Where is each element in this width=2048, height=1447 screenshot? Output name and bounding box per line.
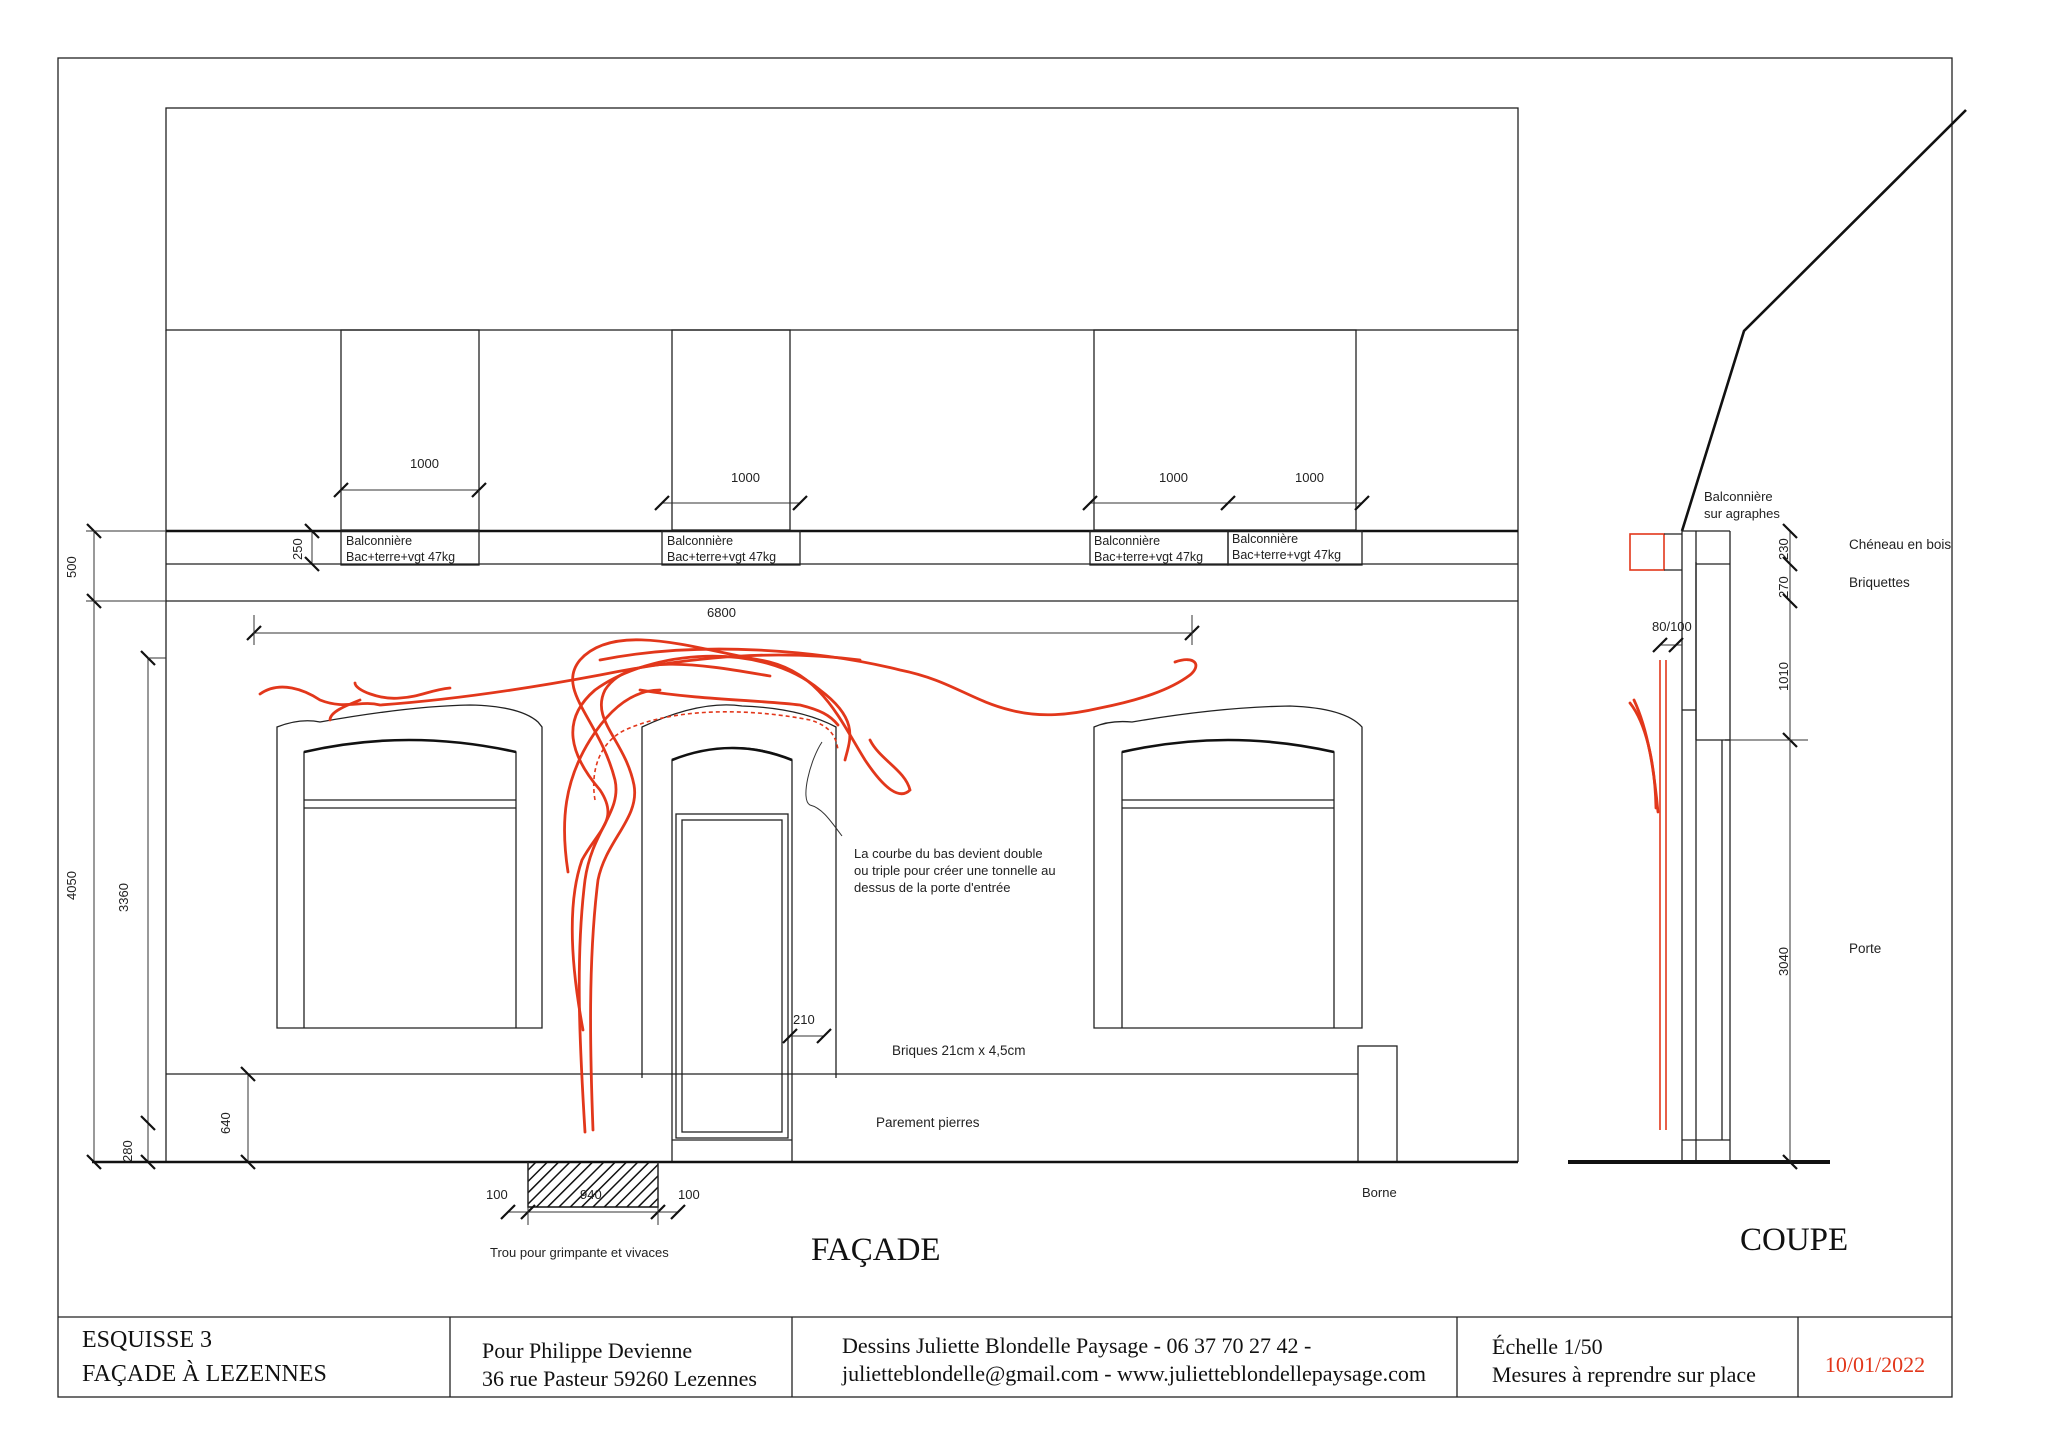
bricks-label-coupe: Briquettes <box>1849 575 1910 590</box>
coupe-balcony-1: Balconnière <box>1704 489 1773 504</box>
dim-80-100: 80/100 <box>1652 619 1692 634</box>
ground-window-left <box>276 704 543 1029</box>
gutter <box>1629 533 1665 571</box>
balcony-width-2: 1000 <box>731 470 760 485</box>
balcony-label-1b: Bac+terre+vgt 47kg <box>346 550 455 564</box>
borne <box>1357 1045 1398 1163</box>
dim-3360: 3360 <box>116 883 131 912</box>
balcony-label-2b: Bac+terre+vgt 47kg <box>667 550 776 564</box>
note-line-1: La courbe du bas devient double <box>854 846 1043 861</box>
section-labels: Balconnière sur agraphes Chéneau en bois… <box>1652 489 1951 1258</box>
balcony-label-4b: Bac+terre+vgt 47kg <box>1232 548 1341 562</box>
gutter-label: Chéneau en bois <box>1849 537 1951 552</box>
ground-window-right <box>1093 705 1363 1029</box>
note-line-3: dessus de la porte d'entrée <box>854 880 1010 895</box>
architectural-drawing: 1000 1000 1000 1000 Balconnière Bac+terr… <box>57 57 1967 1398</box>
client-address: 36 rue Pasteur 59260 Lezennes <box>482 1366 757 1391</box>
entrance-door <box>641 704 837 1162</box>
facade-labels: 1000 1000 1000 1000 Balconnière Bac+terr… <box>64 456 1397 1268</box>
balcony-label-4a: Balconnière <box>1232 532 1298 546</box>
door-label: Porte <box>1849 941 1881 956</box>
balcony-width-3: 1000 <box>1159 470 1188 485</box>
section-view <box>1568 109 1967 1170</box>
balcony-width-4: 1000 <box>1295 470 1324 485</box>
scale: Échelle 1/50 <box>1492 1334 1603 1359</box>
dim-640: 640 <box>218 1112 233 1134</box>
balcony-label-1a: Balconnière <box>346 534 412 548</box>
balcony-label-3a: Balconnière <box>1094 534 1160 548</box>
dim-250: 250 <box>290 538 305 560</box>
sketch-cell: ESQUISSE 3 FAÇADE À LEZENNES <box>82 1317 462 1397</box>
dim-210: 210 <box>793 1012 815 1027</box>
upper-windows <box>340 329 1357 531</box>
client-cell: Pour Philippe Devienne 36 rue Pasteur 59… <box>482 1317 812 1397</box>
roof <box>165 107 1519 331</box>
dim-3040: 3040 <box>1776 947 1791 976</box>
balcony-label-2a: Balconnière <box>667 534 733 548</box>
facade-title: FAÇADE <box>811 1232 941 1268</box>
scale-cell: Échelle 1/50 Mesures à reprendre sur pla… <box>1492 1317 1792 1397</box>
title-block: ESQUISSE 3 FAÇADE À LEZENNES Pour Philip… <box>58 1317 1952 1397</box>
balcony-dimensions <box>333 482 1370 530</box>
vertical-dimensions <box>86 523 832 1170</box>
author-line-1: Dessins Juliette Blondelle Paysage - 06 … <box>842 1333 1312 1358</box>
measure-note: Mesures à reprendre sur place <box>1492 1362 1756 1387</box>
balcony-label-3b: Bac+terre+vgt 47kg <box>1094 550 1203 564</box>
author-line-2: julietteblondelle@gmail.com - www.juliet… <box>842 1361 1426 1386</box>
author-cell: Dessins Juliette Blondelle Paysage - 06 … <box>842 1317 1462 1397</box>
sketch-title: FAÇADE À LEZENNES <box>82 1361 327 1387</box>
dim-500: 500 <box>64 556 79 578</box>
balcony-width-1: 1000 <box>410 456 439 471</box>
dim-100-right: 100 <box>678 1187 700 1202</box>
dim-4050: 4050 <box>64 871 79 900</box>
date: 10/01/2022 <box>1824 1352 1926 1377</box>
dim-100-left: 100 <box>486 1187 508 1202</box>
sheet-border <box>57 57 1953 1398</box>
roof-slope <box>1680 109 1967 532</box>
client-name: Pour Philippe Devienne <box>482 1338 693 1363</box>
dim-1010: 1010 <box>1776 662 1791 691</box>
sketch-number: ESQUISSE 3 <box>82 1327 213 1353</box>
hole-label: Trou pour grimpante et vivaces <box>490 1245 669 1260</box>
coupe-balcony-2: sur agraphes <box>1704 506 1780 521</box>
borne-label: Borne <box>1362 1185 1397 1200</box>
note-line-2: ou triple pour créer une tonnelle au <box>854 863 1056 878</box>
bricks-label: Briques 21cm x 4,5cm <box>892 1043 1026 1058</box>
dim-6800: 6800 <box>707 605 736 620</box>
dim-940: 940 <box>580 1187 602 1202</box>
dim-270: 270 <box>1776 576 1791 598</box>
stone-label: Parement pierres <box>876 1115 980 1130</box>
climbing-plant <box>258 638 1198 1134</box>
dim-230: 230 <box>1776 538 1791 560</box>
dim-280: 280 <box>120 1140 135 1162</box>
balcony-boxes <box>340 530 1363 566</box>
facade-elevation <box>86 107 1519 1225</box>
coupe-title: COUPE <box>1740 1222 1848 1258</box>
date-cell: 10/01/2022 <box>1798 1317 1952 1397</box>
